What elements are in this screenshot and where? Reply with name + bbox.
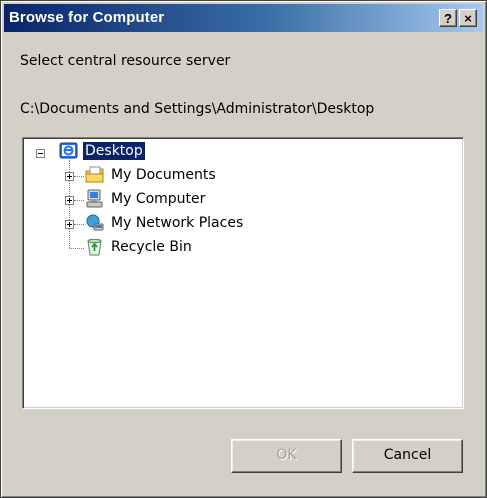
prompt-text: Select central resource server [20, 53, 231, 69]
close-button[interactable]: × [459, 9, 477, 27]
window-title: Browse for Computer [9, 9, 165, 26]
browse-for-computer-dialog: Browse for Computer ? × Select central r… [0, 0, 487, 498]
tree-node-label: My Documents [111, 167, 216, 183]
tree-node-label: Recycle Bin [111, 239, 192, 255]
tree-node-my-documents[interactable]: My Documents [23, 165, 283, 187]
desktop-icon [59, 141, 79, 161]
title-bar[interactable]: Browse for Computer ? × [4, 4, 483, 32]
tree-node-my-computer[interactable]: My Computer [23, 189, 283, 211]
folder-tree-view[interactable]: Desktop My Documents My Computer My Netw… [22, 137, 464, 409]
help-button[interactable]: ? [439, 9, 457, 27]
tree-node-desktop[interactable]: Desktop [23, 141, 223, 163]
my-computer-icon [85, 189, 105, 209]
current-path-text: C:\Documents and Settings\Administrator\… [20, 101, 375, 117]
tree-node-label: My Network Places [111, 215, 244, 231]
expand-toggle[interactable] [65, 196, 74, 205]
expand-toggle[interactable] [65, 172, 74, 181]
tree-node-label: Desktop [83, 142, 145, 160]
tree-node-label: My Computer [111, 191, 206, 207]
my-documents-icon [85, 165, 105, 185]
recycle-bin-icon [85, 237, 105, 257]
tree-node-recycle-bin[interactable]: Recycle Bin [23, 237, 283, 259]
tree-node-my-network-places[interactable]: My Network Places [23, 213, 303, 235]
collapse-toggle[interactable] [36, 149, 45, 158]
network-places-icon [85, 213, 105, 233]
cancel-button[interactable]: Cancel [352, 439, 463, 473]
expand-toggle[interactable] [65, 220, 74, 229]
ok-button[interactable]: OK [231, 439, 342, 473]
